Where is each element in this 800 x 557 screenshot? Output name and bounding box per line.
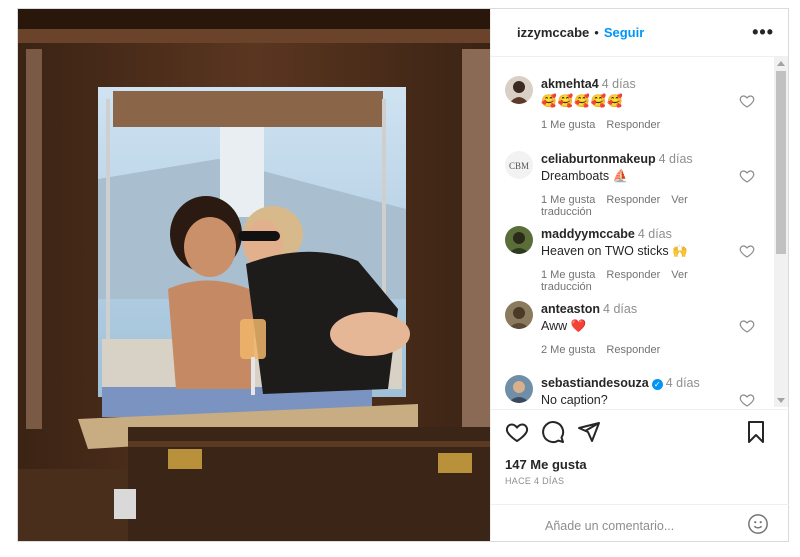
comment-item: anteaston 4 días Aww ❤️ 2 Me gusta Respond…: [505, 301, 767, 371]
comment-text: Dreamboats ⛵: [541, 169, 629, 183]
svg-text:CBM: CBM: [509, 161, 529, 171]
more-options-icon[interactable]: •••: [752, 22, 774, 43]
post-photo[interactable]: [18, 9, 490, 541]
comment-username[interactable]: sebastiandesouza: [541, 376, 649, 390]
verified-badge-icon: ✓: [651, 379, 663, 390]
heart-icon[interactable]: [739, 318, 755, 334]
avatar[interactable]: [505, 76, 533, 104]
comment-text: Heaven on TWO sticks 🙌: [541, 244, 688, 258]
heart-icon[interactable]: [739, 392, 755, 407]
scroll-down-arrow-icon[interactable]: [777, 398, 785, 403]
scrollbar-thumb[interactable]: [776, 71, 786, 254]
add-comment-bar: Añade un comentario...: [491, 504, 789, 541]
post-modal: izzymccabe • Seguir ••• akmehta4 4 días 🥰…: [17, 8, 789, 542]
paper-plane-icon[interactable]: [577, 420, 601, 444]
comment-username[interactable]: akmehta4: [541, 77, 599, 91]
post-author-username[interactable]: izzymccabe: [517, 25, 589, 40]
comment-time: 4 días: [601, 77, 636, 91]
avatar[interactable]: CBM: [505, 151, 533, 179]
comments-scrollbar[interactable]: [774, 57, 788, 407]
comment-item: akmehta4 4 días 🥰🥰🥰🥰🥰 1 Me gusta Responder: [505, 76, 767, 146]
comment-time: 4 días: [603, 302, 638, 316]
avatar[interactable]: [505, 226, 533, 254]
comment-text: No caption?: [541, 393, 608, 407]
follow-button[interactable]: Seguir: [604, 25, 644, 40]
scroll-up-arrow-icon[interactable]: [777, 61, 785, 66]
comment-username[interactable]: celiaburtonmakeup: [541, 152, 656, 166]
comment-time: 4 días: [658, 152, 693, 166]
reply-button[interactable]: Responder: [606, 119, 660, 131]
comment-text: Aww ❤️: [541, 319, 587, 333]
post-actions: 147 Me gusta HACE 4 DÍAS: [491, 409, 789, 504]
post-time-ago: HACE 4 DÍAS: [505, 476, 565, 486]
header-separator: •: [594, 25, 599, 40]
heart-icon[interactable]: [739, 93, 755, 109]
comment-item: CBM celiaburtonmakeup 4 días Dreamboats ⛵…: [505, 151, 767, 221]
comments-list[interactable]: akmehta4 4 días 🥰🥰🥰🥰🥰 1 Me gusta Responder…: [491, 57, 774, 407]
heart-icon[interactable]: [739, 168, 755, 184]
comment-item: sebastiandesouza ✓ 4 días No caption?: [505, 375, 767, 407]
reply-button[interactable]: Responder: [606, 344, 660, 356]
post-header: izzymccabe • Seguir •••: [491, 9, 788, 57]
comment-time: 4 días: [637, 227, 672, 241]
avatar[interactable]: [505, 301, 533, 329]
comment-text: 🥰🥰🥰🥰🥰: [541, 94, 624, 108]
reply-button[interactable]: Responder: [606, 269, 660, 281]
likes-count[interactable]: 147 Me gusta: [505, 457, 587, 472]
post-side-panel: izzymccabe • Seguir ••• akmehta4 4 días 🥰…: [490, 9, 789, 541]
photo-illustration: [18, 9, 490, 541]
comment-likes[interactable]: 2 Me gusta: [541, 344, 595, 356]
comment-icon[interactable]: [541, 420, 565, 444]
reply-button[interactable]: Responder: [606, 194, 660, 206]
add-comment-input[interactable]: Añade un comentario...: [545, 519, 674, 533]
avatar[interactable]: [505, 375, 533, 403]
heart-icon[interactable]: [739, 243, 755, 259]
heart-icon[interactable]: [505, 420, 529, 444]
smiley-icon[interactable]: [747, 513, 769, 535]
comment-item: maddyymccabe 4 días Heaven on TWO sticks …: [505, 226, 767, 296]
comment-username[interactable]: maddyymccabe: [541, 227, 635, 241]
comment-likes[interactable]: 1 Me gusta: [541, 119, 595, 131]
comment-username[interactable]: anteaston: [541, 302, 600, 316]
comment-likes[interactable]: 1 Me gusta: [541, 269, 595, 281]
comment-time: 4 días: [665, 376, 700, 390]
bookmark-icon[interactable]: [745, 420, 767, 444]
comment-likes[interactable]: 1 Me gusta: [541, 194, 595, 206]
